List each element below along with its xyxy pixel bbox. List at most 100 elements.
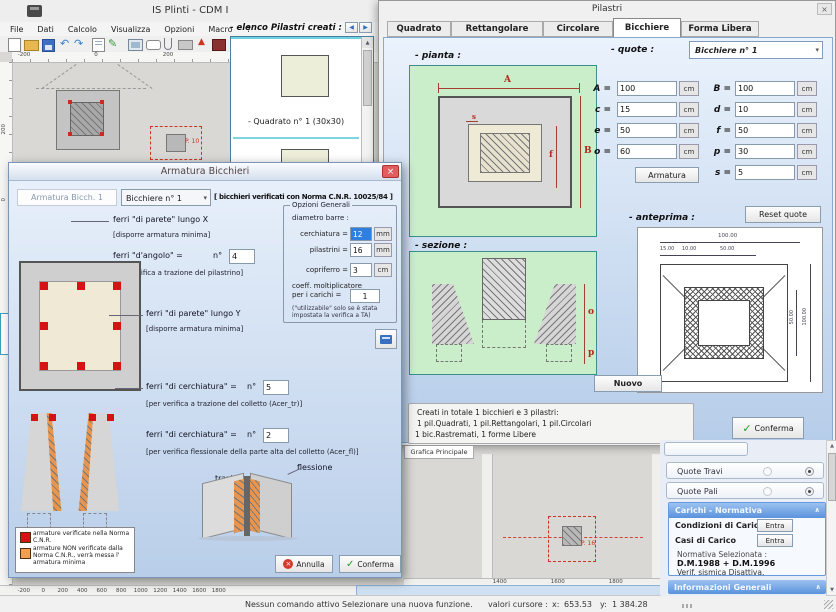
radio-selected[interactable]: [805, 467, 814, 476]
tab-grafica-principale[interactable]: Grafica Principale: [404, 446, 474, 459]
cerch1-input[interactable]: 5: [263, 380, 289, 395]
shape-icon[interactable]: [146, 40, 161, 50]
field-f-input[interactable]: 50: [735, 123, 795, 138]
conferma-dialog-button[interactable]: ✓ Conferma: [339, 555, 401, 573]
plinth-plan-core: [70, 102, 104, 136]
entra-button-condizioni[interactable]: Entra: [757, 519, 793, 532]
pencil-icon[interactable]: ✎: [108, 37, 117, 50]
norma-text: [ bicchieri verificati con Norma C.N.R. …: [214, 193, 393, 201]
quote-select[interactable]: Bicchiere n° 1 ▾: [689, 41, 823, 59]
collapse-icon[interactable]: ∧: [815, 583, 821, 591]
menu-file[interactable]: File: [10, 25, 23, 34]
scroll-up-icon[interactable]: ▲: [827, 441, 836, 451]
field-e-input[interactable]: 50: [617, 123, 677, 138]
collapse-icon[interactable]: ∧: [814, 506, 820, 514]
bicchiere-select[interactable]: Bicchiere n° 1 ▾: [121, 189, 211, 206]
pilastri-titlebar[interactable]: Pilastri ×: [379, 1, 835, 17]
close-icon[interactable]: ×: [382, 165, 399, 178]
normativa-label: Normativa Selezionata :: [677, 550, 767, 559]
dialog-titlebar[interactable]: Armatura Bicchieri ×: [9, 163, 401, 181]
menu-opzioni[interactable]: Opzioni: [164, 25, 194, 34]
sidebar-scrollbar[interactable]: ▲ ▼: [826, 440, 836, 596]
anteprima-panel: 100.00 15.00 10.00 50.00 50.00 100.00: [637, 227, 823, 393]
cerch2-input[interactable]: 2: [263, 428, 289, 443]
normativa-value: D.M.1988 + D.M.1996: [677, 559, 775, 568]
carichi-header[interactable]: Carichi - Normativa ∧: [669, 503, 825, 518]
book-icon[interactable]: [212, 39, 226, 51]
new-file-icon[interactable]: [8, 38, 21, 52]
ruler-label: 1400: [170, 588, 190, 594]
nuovo-button[interactable]: Nuovo: [594, 375, 662, 392]
corner-3d-diagram: [194, 468, 304, 546]
pilastrini-input[interactable]: 16: [350, 243, 372, 257]
copriferro-input[interactable]: 3: [350, 263, 372, 277]
radio-unselected[interactable]: [763, 467, 772, 476]
field-p-input[interactable]: 30: [735, 144, 795, 159]
scroll-down-icon[interactable]: ▼: [827, 585, 836, 595]
edit-sheet-icon[interactable]: [92, 38, 105, 52]
pilastrini-label: pilastrini =: [286, 246, 348, 254]
colletto-section-diagram: [17, 409, 147, 535]
armatura-button[interactable]: Armatura: [635, 167, 699, 183]
coeff-input[interactable]: 1: [350, 289, 380, 303]
creati-info-box: Creati in totale 1 bicchieri e 3 pilastr…: [408, 403, 694, 444]
field-d-input[interactable]: 10: [735, 102, 795, 117]
conferma-button[interactable]: ✓ Conferma: [732, 417, 804, 439]
cerchiatura-input[interactable]: 12: [350, 227, 372, 241]
paperclip-icon[interactable]: [164, 38, 172, 50]
triangle-icon[interactable]: ▲: [198, 37, 205, 47]
elenco-next-button[interactable]: ▶: [359, 22, 372, 33]
open-folder-icon[interactable]: [24, 40, 39, 51]
sidebar-item-quote-pali[interactable]: Quote Pali: [666, 482, 824, 499]
undo-icon[interactable]: ↶: [60, 37, 69, 50]
legend-box: armature verificate nella Norma C.N.R. a…: [15, 527, 135, 573]
tab-rettangolare[interactable]: Rettangolare: [451, 21, 543, 37]
pilastro-thumbnail[interactable]: [281, 55, 329, 97]
annulla-button[interactable]: × Annulla: [275, 555, 333, 573]
resize-grip[interactable]: [682, 604, 692, 608]
elenco-prev-button[interactable]: ◀: [345, 22, 358, 33]
entra-button-casi[interactable]: Entra: [757, 534, 793, 547]
dim-o: o: [588, 307, 594, 317]
reset-quote-button[interactable]: Reset quote: [745, 206, 821, 223]
radio-unselected[interactable]: [763, 487, 772, 496]
field-o-input[interactable]: 60: [617, 144, 677, 159]
field-s-label: s =: [695, 168, 731, 178]
field-B-input[interactable]: 100: [735, 81, 795, 96]
chevron-down-icon: ▾: [815, 46, 819, 54]
tab-bicchiere[interactable]: Bicchiere: [613, 18, 681, 37]
cerch1-label: ferri "di cerchiatura" =: [146, 382, 237, 391]
tab-circolare[interactable]: Circolare: [543, 21, 613, 37]
dim-10: 10.00: [682, 246, 696, 252]
report-tool-button[interactable]: [375, 329, 397, 349]
angolo-input[interactable]: 4: [229, 249, 255, 264]
menu-dati[interactable]: Dati: [37, 25, 53, 34]
menu-visualizza[interactable]: Visualizza: [111, 25, 150, 34]
scroll-up-icon[interactable]: ▲: [362, 37, 373, 48]
ruler-label: 1800: [209, 588, 229, 594]
ruler-label: 0: [34, 588, 54, 594]
close-icon[interactable]: ×: [817, 3, 832, 15]
print-icon[interactable]: [178, 40, 193, 50]
field-c-input[interactable]: 15: [617, 102, 677, 117]
corner-grip[interactable]: [824, 600, 833, 609]
save-icon[interactable]: [42, 39, 55, 52]
pilastri-tabstrip: Quadrato Rettangolare Circolare Bicchier…: [381, 18, 833, 37]
pilastri-window: Pilastri × Quadrato Rettangolare Circola…: [378, 0, 836, 446]
tab-forma-libera[interactable]: Forma Libera: [681, 21, 759, 37]
menu-calcolo[interactable]: Calcolo: [68, 25, 97, 34]
field-s-input[interactable]: 5: [735, 165, 795, 180]
tab-quadrato[interactable]: Quadrato: [387, 21, 451, 37]
sidebar-item-partial[interactable]: [664, 442, 748, 456]
status-hint: Selezionare una nuova funzione.: [342, 600, 473, 609]
status-x-value: 653.53: [564, 600, 592, 609]
field-A-input[interactable]: 100: [617, 81, 677, 96]
image-icon[interactable]: [128, 39, 143, 51]
armatura-tab[interactable]: Armatura Bicch. 1: [17, 189, 117, 206]
radio-selected[interactable]: [805, 487, 814, 496]
sidebar-item-quote-travi[interactable]: Quote Travi: [666, 462, 824, 479]
redo-icon[interactable]: ↷: [74, 37, 83, 50]
check-icon: ✓: [742, 422, 751, 435]
informazioni-header[interactable]: Informazioni Generali ∧: [668, 580, 826, 594]
field-d-label: d =: [695, 105, 731, 115]
